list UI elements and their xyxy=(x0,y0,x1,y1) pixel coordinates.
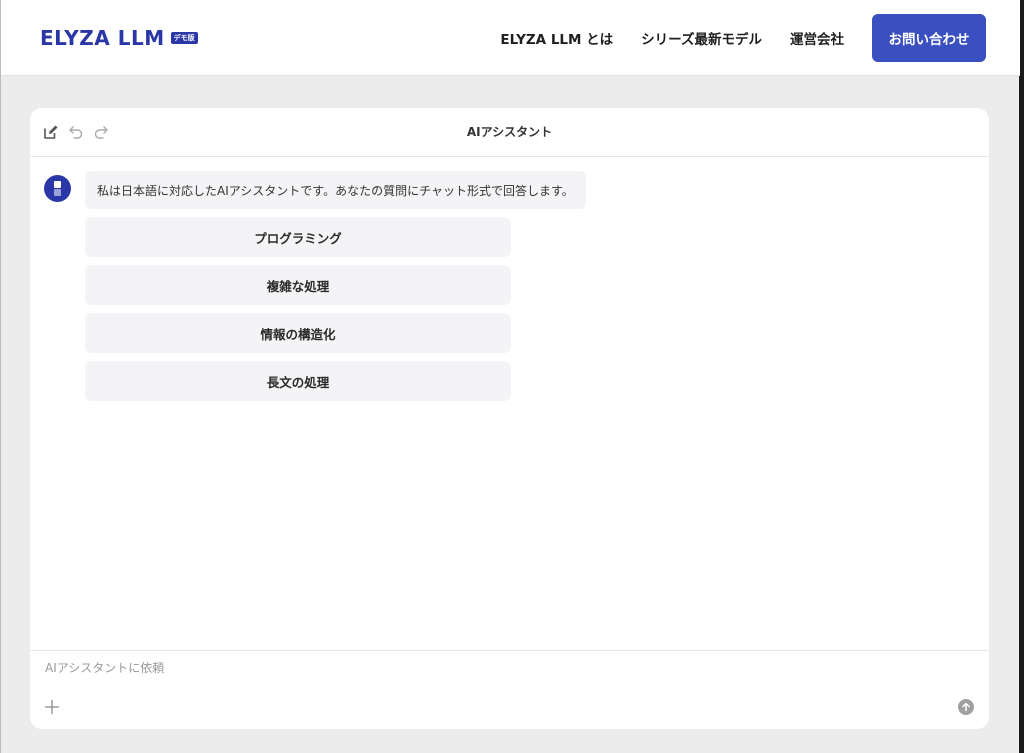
avatar-mark-bottom xyxy=(54,189,61,196)
logo-text: ELYZA LLM xyxy=(40,26,165,50)
chat-panel: AIアシスタント 私は日本語に対応したAIアシスタントです。あなたの質問にチャッ… xyxy=(30,108,989,729)
plus-icon[interactable] xyxy=(44,699,60,715)
assistant-message: 私は日本語に対応したAIアシスタントです。あなたの質問にチャット形式で回答します… xyxy=(85,171,586,209)
contact-button[interactable]: お問い合わせ xyxy=(872,14,986,62)
send-arrow-icon[interactable] xyxy=(958,699,974,715)
nav-link-models[interactable]: シリーズ最新モデル xyxy=(641,28,762,48)
demo-badge: デモ版 xyxy=(170,32,198,44)
avatar-mark-top xyxy=(54,181,61,188)
suggestion-list: プログラミング 複雑な処理 情報の構造化 長文の処理 xyxy=(85,217,511,409)
suggestion-programming[interactable]: プログラミング xyxy=(85,217,511,257)
suggestion-structuring[interactable]: 情報の構造化 xyxy=(85,313,511,353)
app-viewport: ELYZA LLM デモ版 ELYZA LLM とは シリーズ最新モデル 運営会… xyxy=(0,0,1020,753)
top-nav: ELYZA LLM とは シリーズ最新モデル 運営会社 お問い合わせ xyxy=(500,14,986,62)
logo[interactable]: ELYZA LLM デモ版 xyxy=(40,26,198,50)
assistant-avatar xyxy=(44,175,71,202)
site-header: ELYZA LLM デモ版 ELYZA LLM とは シリーズ最新モデル 運営会… xyxy=(1,0,1020,76)
prompt-input[interactable] xyxy=(45,661,945,675)
nav-link-company[interactable]: 運営会社 xyxy=(790,28,844,48)
prompt-area xyxy=(30,650,989,729)
nav-link-about[interactable]: ELYZA LLM とは xyxy=(500,28,613,48)
chat-panel-header: AIアシスタント xyxy=(30,108,989,157)
suggestion-long-text[interactable]: 長文の処理 xyxy=(85,361,511,401)
suggestion-complex-processing[interactable]: 複雑な処理 xyxy=(85,265,511,305)
chat-title: AIアシスタント xyxy=(466,125,553,139)
